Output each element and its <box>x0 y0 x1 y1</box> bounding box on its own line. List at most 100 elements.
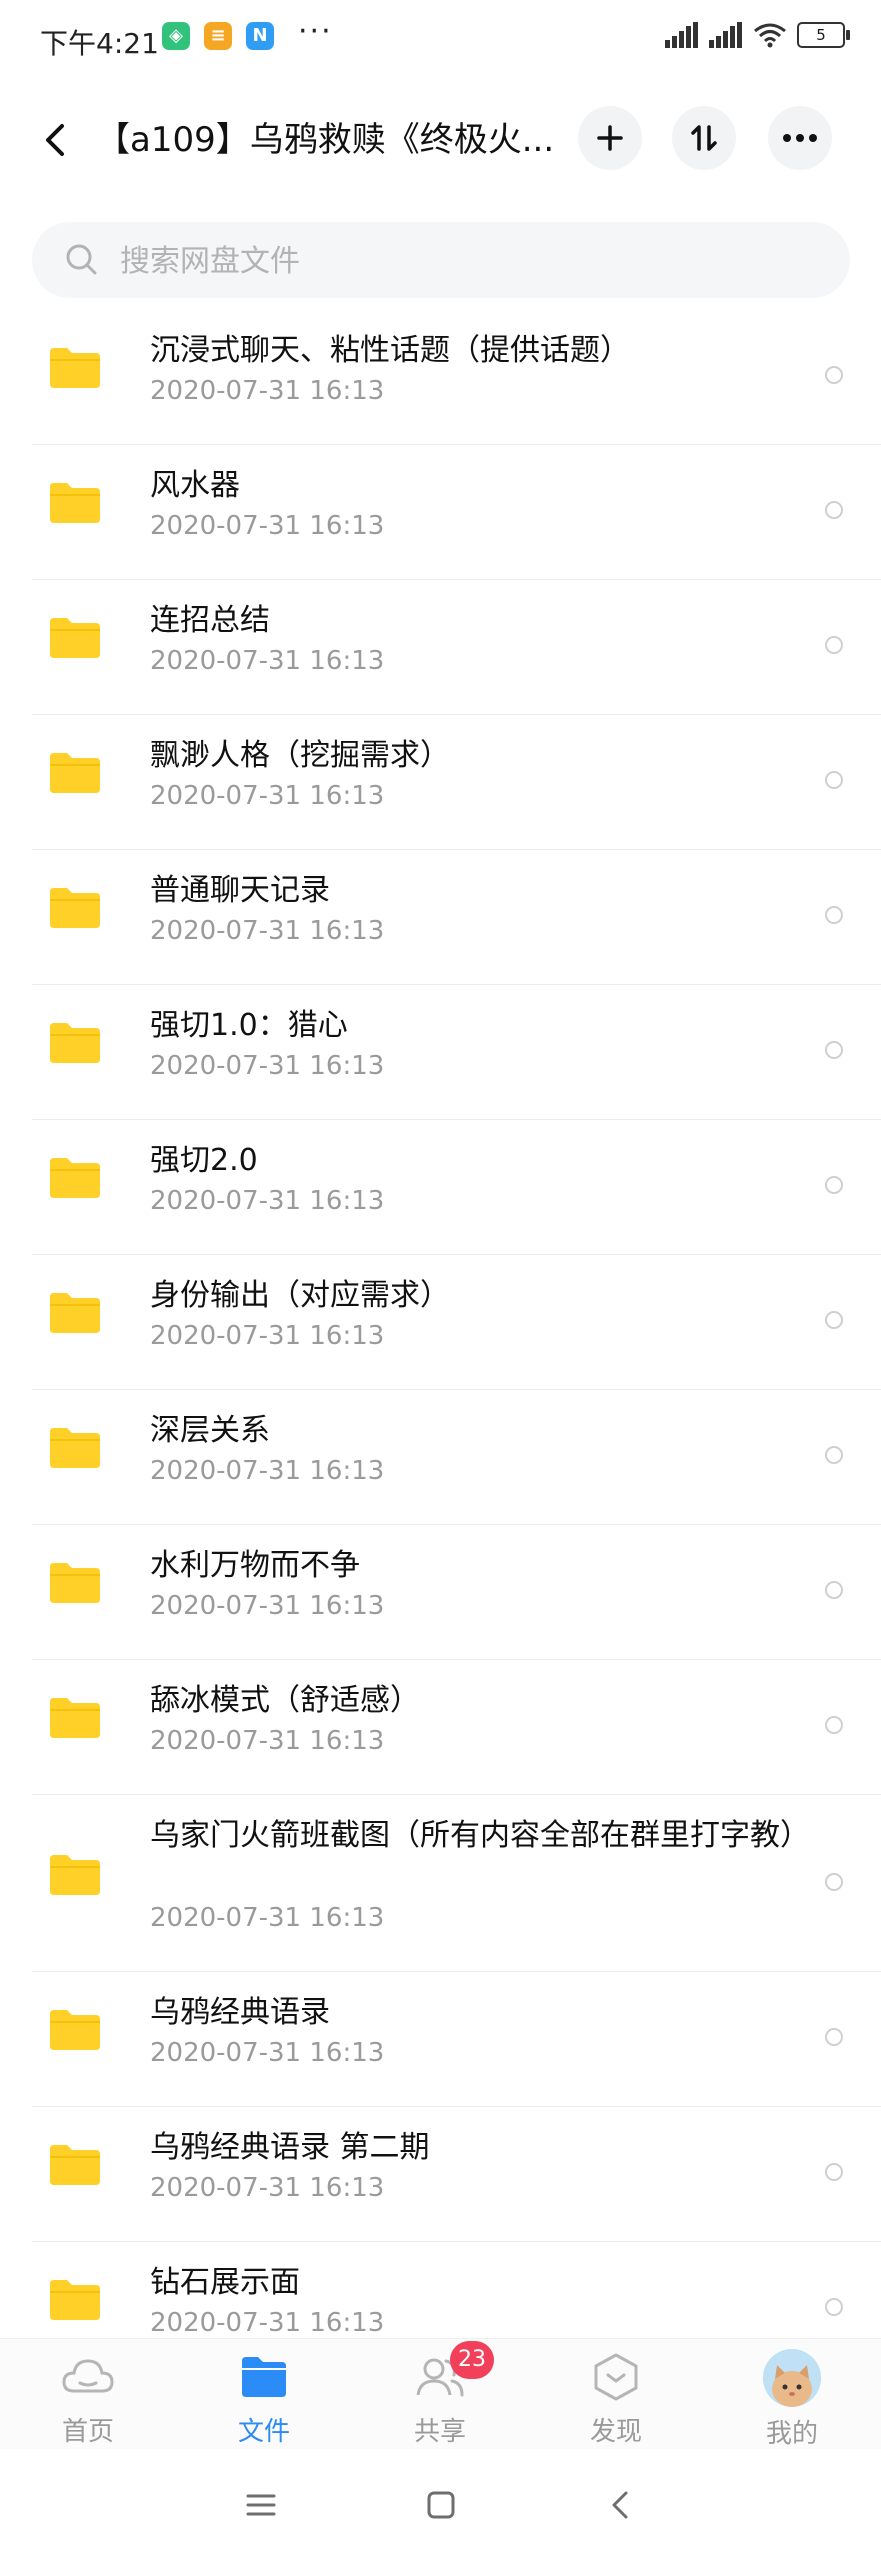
select-radio[interactable] <box>825 1873 843 1891</box>
file-name: 普通聊天记录 <box>150 873 330 908</box>
file-date: 2020-07-31 16:13 <box>150 1591 385 1621</box>
select-radio[interactable] <box>825 1041 843 1059</box>
list-item[interactable]: 深层关系 2020-07-31 16:13 <box>32 1390 881 1525</box>
signal-hd-icon <box>709 22 742 48</box>
select-radio[interactable] <box>825 2298 843 2316</box>
file-date: 2020-07-31 16:13 <box>150 1321 385 1351</box>
bottom-nav: 首页 文件 23 共享 发现 我的 <box>0 2338 881 2449</box>
folder-icon <box>50 1023 100 1063</box>
folder-tab-icon <box>242 2357 286 2397</box>
folder-icon <box>50 1698 100 1738</box>
page-title: 【a109】乌鸦救赎《终极火... <box>96 120 555 160</box>
folder-icon <box>50 1293 100 1333</box>
file-name: 风水器 <box>150 468 240 503</box>
tab-share[interactable]: 23 共享 <box>380 2341 500 2448</box>
tab-discover[interactable]: 发现 <box>556 2349 676 2448</box>
list-item[interactable]: 乌鸦经典语录 第二期 2020-07-31 16:13 <box>32 2107 881 2242</box>
file-date: 2020-07-31 16:13 <box>150 2038 385 2068</box>
system-nav <box>0 2450 881 2560</box>
file-list: 沉浸式聊天、粘性话题（提供话题） 2020-07-31 16:13 风水器 20… <box>0 310 881 2377</box>
file-date: 2020-07-31 16:13 <box>150 1903 385 1933</box>
tab-home-label: 首页 <box>61 2417 114 2447</box>
tab-share-label: 共享 <box>413 2417 466 2447</box>
file-date: 2020-07-31 16:13 <box>150 916 385 946</box>
sort-button[interactable] <box>672 106 736 170</box>
select-radio[interactable] <box>825 2028 843 2046</box>
battery-indicator: 5 <box>797 22 850 48</box>
cloud-icon <box>62 2359 114 2393</box>
file-date: 2020-07-31 16:13 <box>150 1456 385 1486</box>
list-item[interactable]: 沉浸式聊天、粘性话题（提供话题） 2020-07-31 16:13 <box>32 310 881 445</box>
select-radio[interactable] <box>825 906 843 924</box>
avatar <box>763 2349 821 2407</box>
tab-discover-label: 发现 <box>589 2417 642 2447</box>
file-date: 2020-07-31 16:13 <box>150 646 385 676</box>
tab-home[interactable]: 首页 <box>28 2349 148 2448</box>
file-date: 2020-07-31 16:13 <box>150 1726 385 1756</box>
file-name: 水利万物而不争 <box>150 1548 360 1583</box>
wifi-icon <box>754 23 786 48</box>
select-radio[interactable] <box>825 501 843 519</box>
file-date: 2020-07-31 16:13 <box>150 781 385 811</box>
tab-files[interactable]: 文件 <box>204 2349 324 2448</box>
file-name: 舔冰模式（舒适感） <box>150 1683 420 1718</box>
select-radio[interactable] <box>825 366 843 384</box>
search-bar[interactable] <box>32 222 850 300</box>
tab-me-label: 我的 <box>765 2419 818 2449</box>
signal-icon <box>665 22 698 48</box>
add-button[interactable] <box>578 106 642 170</box>
file-name: 深层关系 <box>150 1413 270 1448</box>
file-name: 乌家门火箭班截图（所有内容全部在群里打字教） <box>150 1818 810 1853</box>
sort-icon <box>691 125 717 151</box>
select-radio[interactable] <box>825 2163 843 2181</box>
header: 【a109】乌鸦救赎《终极火... <box>0 100 881 180</box>
list-item[interactable]: 舔冰模式（舒适感） 2020-07-31 16:13 <box>32 1660 881 1795</box>
search-input[interactable] <box>118 222 782 300</box>
file-name: 强切2.0 <box>150 1143 258 1178</box>
list-item[interactable]: 风水器 2020-07-31 16:13 <box>32 445 881 580</box>
list-item[interactable]: 乌家门火箭班截图（所有内容全部在群里打字教） 2020-07-31 16:13 <box>32 1795 881 1972</box>
file-date: 2020-07-31 16:13 <box>150 376 385 406</box>
folder-icon <box>50 348 100 388</box>
select-radio[interactable] <box>825 1311 843 1329</box>
file-name: 飘渺人格（挖掘需求） <box>150 738 450 773</box>
status-bar: 下午4:21 ◈ ≡ N ··· 5 <box>0 0 881 80</box>
select-radio[interactable] <box>825 1446 843 1464</box>
hexagon-icon <box>594 2353 638 2401</box>
list-item[interactable]: 强切2.0 2020-07-31 16:13 <box>32 1120 881 1255</box>
list-item[interactable]: 强切1.0：猎心 2020-07-31 16:13 <box>32 985 881 1120</box>
list-item[interactable]: 乌鸦经典语录 2020-07-31 16:13 <box>32 1972 881 2107</box>
folder-icon <box>50 1855 100 1895</box>
list-item[interactable]: 普通聊天记录 2020-07-31 16:13 <box>32 850 881 985</box>
file-name: 钻石展示面 <box>150 2265 300 2300</box>
status-time: 下午4:21 <box>40 27 159 60</box>
list-item[interactable]: 身份输出（对应需求） 2020-07-31 16:13 <box>32 1255 881 1390</box>
folder-icon <box>50 2010 100 2050</box>
select-radio[interactable] <box>825 1581 843 1599</box>
folder-icon <box>50 888 100 928</box>
menu-icon[interactable] <box>236 2480 286 2530</box>
file-name: 乌鸦经典语录 <box>150 1995 330 2030</box>
file-date: 2020-07-31 16:13 <box>150 511 385 541</box>
search-icon <box>66 244 97 275</box>
select-radio[interactable] <box>825 1716 843 1734</box>
home-square-icon[interactable] <box>416 2480 466 2530</box>
list-item[interactable]: 水利万物而不争 2020-07-31 16:13 <box>32 1525 881 1660</box>
file-date: 2020-07-31 16:13 <box>150 1051 385 1081</box>
list-item[interactable]: 飘渺人格（挖掘需求） 2020-07-31 16:13 <box>32 715 881 850</box>
select-radio[interactable] <box>825 771 843 789</box>
folder-icon <box>50 618 100 658</box>
select-radio[interactable] <box>825 636 843 654</box>
more-notifications-icon: ··· <box>298 14 333 49</box>
select-radio[interactable] <box>825 1176 843 1194</box>
more-options-button[interactable] <box>768 106 832 170</box>
back-button[interactable] <box>30 112 86 168</box>
back-triangle-icon[interactable] <box>596 2480 646 2530</box>
list-item[interactable]: 连招总结 2020-07-31 16:13 <box>32 580 881 715</box>
notes-app-icon: ≡ <box>204 22 232 50</box>
file-name: 连招总结 <box>150 603 270 638</box>
file-name: 强切1.0：猎心 <box>150 1008 348 1043</box>
folder-icon <box>50 1428 100 1468</box>
more-icon <box>783 134 817 142</box>
tab-me[interactable]: 我的 <box>732 2349 852 2450</box>
